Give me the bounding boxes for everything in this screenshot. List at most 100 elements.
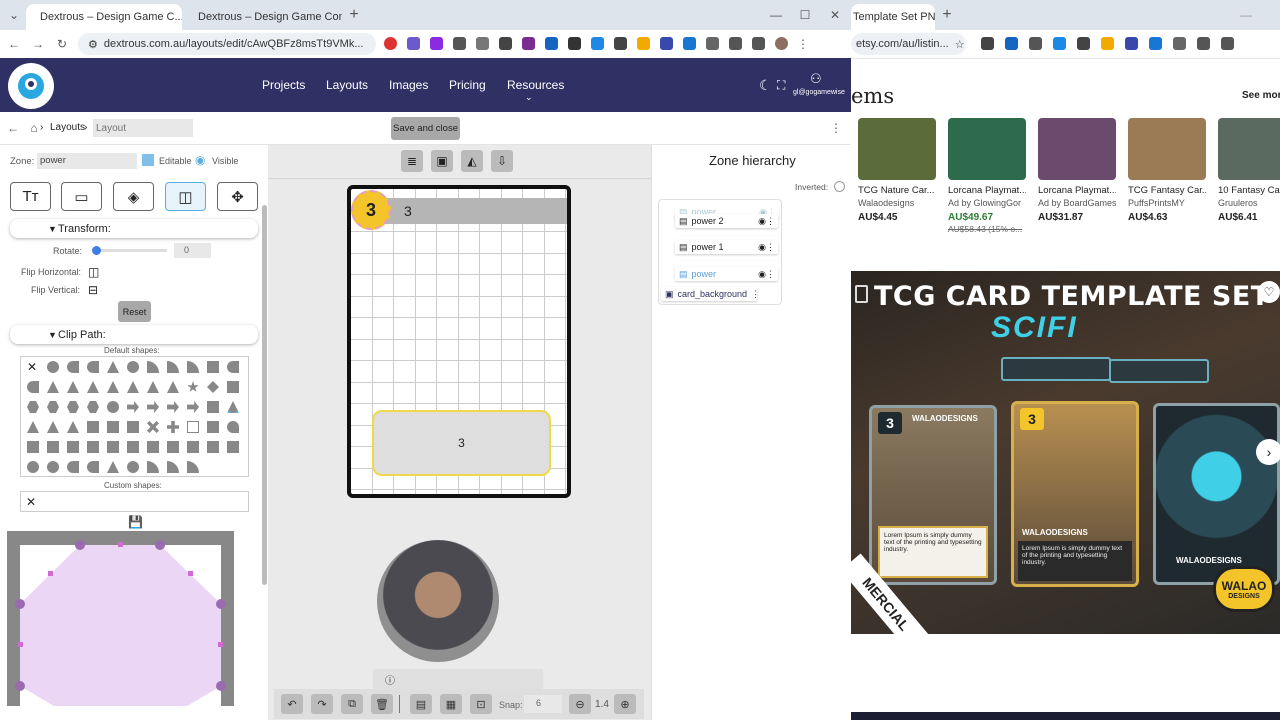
user-icon[interactable]: ⚇ (810, 71, 822, 87)
shape-option-icon[interactable] (187, 401, 199, 413)
nav-pricing[interactable]: Pricing (449, 78, 486, 92)
rotate-slider[interactable] (92, 246, 167, 255)
shapes-view-icon[interactable]: ◭ (461, 150, 483, 172)
grid-toggle-icon[interactable]: ▦ (440, 694, 462, 714)
shape-option-icon[interactable] (207, 441, 219, 453)
product-thumbnail[interactable] (858, 118, 936, 180)
zone-name-field[interactable]: power (37, 153, 137, 169)
move-tool-button[interactable]: ✥ (217, 182, 258, 211)
product-title[interactable]: TCG Nature Car... (858, 185, 936, 196)
selected-shape-icon[interactable] (227, 401, 239, 413)
extension-icon[interactable] (1149, 37, 1162, 50)
shape-option-icon[interactable] (207, 381, 219, 393)
shape-option-icon[interactable] (27, 441, 39, 453)
shape-option-icon[interactable] (167, 421, 179, 433)
profile-avatar[interactable] (775, 37, 788, 50)
extension-icon[interactable] (1053, 37, 1066, 50)
shape-option-icon[interactable] (147, 381, 159, 393)
product-card[interactable]: TCG Nature Car... Walaodesigns AU$4.45 (858, 118, 936, 223)
visible-eye-icon[interactable]: ◉ (195, 153, 205, 167)
extension-icon[interactable] (568, 37, 581, 50)
more-menu-icon[interactable]: ⋮ (828, 120, 844, 136)
shape-option-icon[interactable] (187, 461, 199, 473)
shape-option-icon[interactable] (187, 441, 199, 453)
shape-option-icon[interactable] (127, 401, 139, 413)
shape-option-icon[interactable] (127, 361, 139, 373)
shape-option-icon[interactable] (27, 421, 39, 433)
shape-option-icon[interactable] (87, 461, 99, 473)
product-title[interactable]: TCG Fantasy Car... (1128, 185, 1206, 196)
extension-icon[interactable] (614, 37, 627, 50)
delete-icon[interactable]: 🗑 (371, 694, 393, 714)
shape-option-icon[interactable] (67, 401, 79, 413)
eye-icon[interactable]: ◉⋮ (758, 269, 778, 280)
clip-tool-button[interactable]: ◫ (165, 182, 206, 211)
shape-option-icon[interactable] (227, 361, 239, 373)
product-card[interactable]: Lorcana Playmat... Ad by GlowingGor AU$49.… (948, 118, 1026, 234)
shape-option-icon[interactable] (187, 361, 199, 373)
inverted-toggle[interactable] (834, 181, 845, 192)
url-field[interactable]: etsy.com/au/listin... ☆ (851, 33, 966, 55)
text-box-zone[interactable]: 3 (372, 410, 551, 476)
shape-option-icon[interactable] (47, 421, 59, 433)
sidepanel-icon[interactable] (752, 37, 765, 50)
shape-option-icon[interactable] (107, 381, 119, 393)
flip-horizontal-icon[interactable]: ◫ (88, 265, 99, 279)
redo-icon[interactable]: ↷ (311, 694, 333, 714)
snap-toggle-icon[interactable]: ⊡ (470, 694, 492, 714)
dextrous-logo[interactable] (8, 63, 54, 109)
shape-option-icon[interactable] (107, 441, 119, 453)
opera-icon[interactable] (384, 37, 397, 50)
shape-option-icon[interactable] (227, 421, 239, 433)
extension-icon[interactable] (1125, 37, 1138, 50)
save-shape-icon[interactable]: 💾 (128, 515, 143, 529)
shape-option-icon[interactable] (207, 401, 219, 413)
download-ext-icon[interactable] (453, 37, 466, 50)
nav-projects[interactable]: Projects (262, 78, 305, 92)
extensions-puzzle-icon[interactable] (706, 37, 719, 50)
product-card[interactable]: Lorcana Playmat... Ad by BoardGames AU$31.… (1038, 118, 1116, 223)
shape-option-icon[interactable] (87, 441, 99, 453)
shape-option-icon[interactable] (127, 441, 139, 453)
shape-option-icon[interactable] (67, 361, 79, 373)
shape-option-icon[interactable] (147, 441, 159, 453)
shape-option-icon[interactable] (227, 441, 239, 453)
minimize-icon[interactable]: — (768, 7, 784, 23)
shape-option-icon[interactable] (167, 461, 179, 473)
shape-option-icon[interactable] (67, 381, 79, 393)
text-tool-button[interactable]: Tт (10, 182, 51, 211)
extension-icon[interactable] (1029, 37, 1042, 50)
clear-shape-icon[interactable]: ✕ (26, 495, 36, 509)
fill-tool-button[interactable]: ◈ (113, 182, 154, 211)
text-view-icon[interactable]: ≣ (401, 150, 423, 172)
bookmark-star-icon[interactable]: ☆ (955, 38, 965, 51)
downloads-icon[interactable] (729, 37, 742, 50)
border-tool-button[interactable]: ▭ (61, 182, 102, 211)
clip-path-editor[interactable] (7, 531, 234, 706)
panel-scrollbar[interactable] (262, 205, 267, 585)
extension-icon[interactable] (660, 37, 673, 50)
shape-option-icon[interactable] (167, 401, 179, 413)
extension-icon[interactable] (637, 37, 650, 50)
shape-option-icon[interactable] (127, 381, 139, 393)
minimize-icon[interactable]: — (1238, 7, 1254, 23)
tab-dextrous-1[interactable]: Dextrous – Design Game C... ◉ ✕ (26, 4, 182, 30)
maximize-icon[interactable]: ☐ (797, 7, 813, 23)
shape-option-icon[interactable] (67, 421, 79, 433)
nav-resources[interactable]: Resources (507, 78, 564, 92)
listing-banner[interactable]: TCG CARD TEMPLATE SET SCIFI 3 WALAODESIG… (851, 271, 1280, 634)
shape-option-icon[interactable] (87, 401, 99, 413)
hierarchy-item-power[interactable]: ▤ power ◉⋮ (675, 267, 778, 281)
extension-icon[interactable] (1077, 37, 1090, 50)
extension-icon[interactable] (430, 37, 443, 50)
nav-layouts[interactable]: Layouts (326, 78, 368, 92)
shape-option-icon[interactable] (47, 401, 59, 413)
shape-option-icon[interactable] (207, 421, 219, 433)
zoom-out-icon[interactable]: ⊖ (569, 694, 591, 714)
more-icon[interactable]: ⋮ (751, 289, 763, 300)
shape-option-icon[interactable] (47, 361, 59, 373)
clip-path-preview[interactable] (7, 531, 234, 706)
eye-icon[interactable]: ◉⋮ (758, 242, 778, 253)
image-view-icon[interactable]: ▣ (431, 150, 453, 172)
shape-option-icon[interactable] (67, 441, 79, 453)
